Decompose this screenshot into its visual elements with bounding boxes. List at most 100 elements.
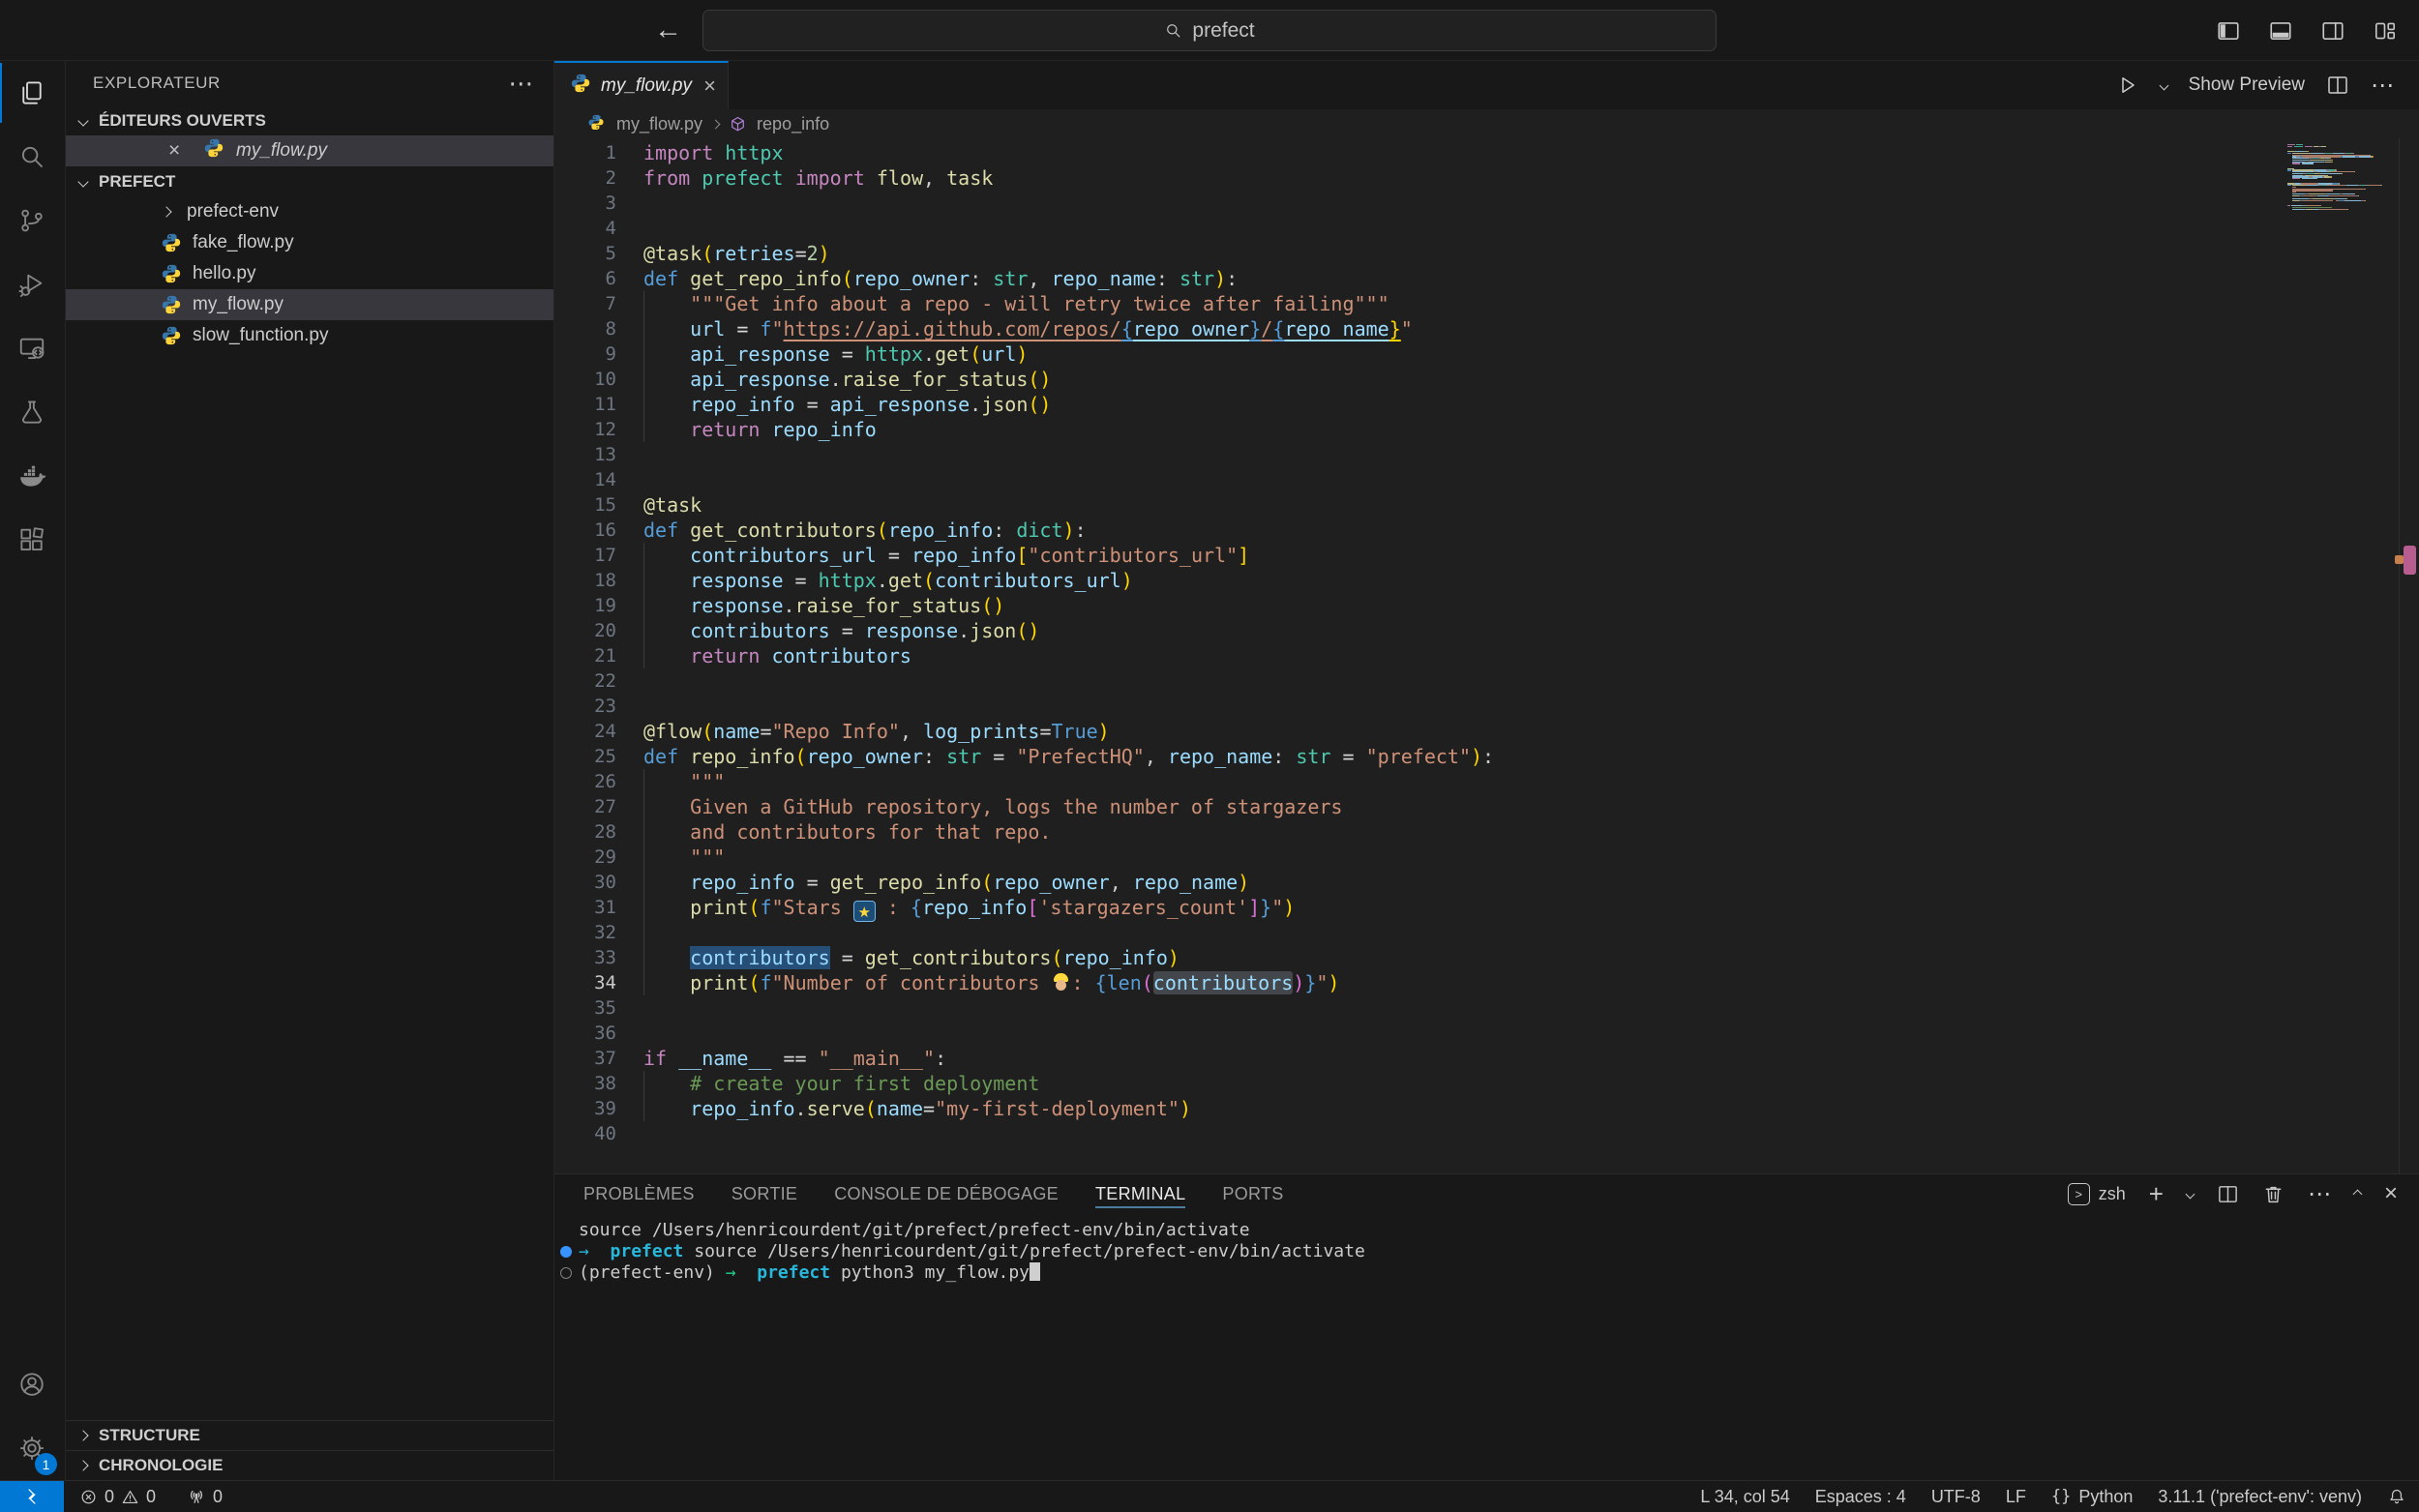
code-line-39[interactable]: 39 repo_info.serve(name="my-first-deploy… — [554, 1096, 2419, 1121]
code-line-38[interactable]: 38 # create your first deployment — [554, 1071, 2419, 1096]
activity-explorer[interactable] — [0, 61, 64, 125]
code-line-4[interactable]: 4 — [554, 216, 2419, 241]
code-line-34[interactable]: 34 print(f"Number of contributors : {len… — [554, 970, 2419, 995]
code-line-15[interactable]: 15@task — [554, 492, 2419, 518]
command-center-search[interactable]: prefect — [702, 10, 1717, 51]
code-line-33[interactable]: 33 contributors = get_contributors(repo_… — [554, 945, 2419, 970]
activity-source-control[interactable] — [0, 189, 64, 252]
breadcrumb-file[interactable]: my_flow.py — [616, 114, 702, 134]
code-line-12[interactable]: 12 return repo_info — [554, 417, 2419, 442]
kill-terminal-trash-icon[interactable] — [2262, 1183, 2285, 1205]
warning-count[interactable]: 0 — [146, 1487, 156, 1507]
panel-tab-ports[interactable]: PORTS — [1222, 1174, 1283, 1213]
code-line-28[interactable]: 28 and contributors for that repo. — [554, 819, 2419, 845]
section-project[interactable]: PREFECT — [66, 166, 553, 196]
indentation-setting[interactable]: Espaces : 4 — [1803, 1487, 1919, 1507]
explorer-more-actions-icon[interactable]: ⋯ — [508, 69, 534, 99]
encoding-setting[interactable]: UTF-8 — [1919, 1487, 1993, 1507]
radio-tower-icon[interactable] — [187, 1487, 206, 1506]
section-timeline[interactable]: CHRONOLOGIE — [66, 1450, 553, 1480]
code-line-23[interactable]: 23 — [554, 694, 2419, 719]
activity-testing[interactable] — [0, 380, 64, 444]
toggle-secondary-sidebar-icon[interactable] — [2320, 18, 2345, 44]
code-line-16[interactable]: 16def get_contributors(repo_info: dict): — [554, 518, 2419, 543]
code-line-20[interactable]: 20 contributors = response.json() — [554, 618, 2419, 643]
code-line-17[interactable]: 17 contributors_url = repo_info["contrib… — [554, 543, 2419, 568]
panel-more-actions-icon[interactable]: ⋯ — [2308, 1180, 2331, 1208]
code-line-11[interactable]: 11 repo_info = api_response.json() — [554, 392, 2419, 417]
maximize-panel-icon[interactable] — [2353, 1189, 2363, 1199]
activity-docker[interactable] — [0, 444, 64, 508]
code-line-2[interactable]: 2from prefect import flow, task — [554, 165, 2419, 191]
panel-tab-sortie[interactable]: SORTIE — [732, 1174, 797, 1213]
panel-tab-problèmes[interactable]: PROBLÈMES — [583, 1174, 695, 1213]
code-line-37[interactable]: 37if __name__ == "__main__": — [554, 1046, 2419, 1071]
activity-account[interactable] — [0, 1352, 64, 1416]
section-open-editors[interactable]: ÉDITEURS OUVERTS — [66, 105, 553, 135]
code-line-27[interactable]: 27 Given a GitHub repository, logs the n… — [554, 794, 2419, 819]
code-line-30[interactable]: 30 repo_info = get_repo_info(repo_owner,… — [554, 870, 2419, 895]
split-editor-icon[interactable] — [2326, 74, 2349, 97]
code-line-35[interactable]: 35 — [554, 995, 2419, 1021]
code-line-32[interactable]: 32 — [554, 920, 2419, 945]
terminal-output[interactable]: source /Users/henricourdent/git/prefect/… — [554, 1213, 2419, 1480]
activity-search[interactable] — [0, 125, 64, 189]
back-arrow-button[interactable]: ← — [654, 15, 682, 46]
show-preview-button[interactable]: Show Preview — [2189, 74, 2305, 96]
new-terminal-icon[interactable]: + — [2149, 1179, 2164, 1209]
minimap[interactable] — [2287, 144, 2396, 212]
activity-settings[interactable]: 1 — [0, 1416, 64, 1480]
code-line-1[interactable]: 1import httpx — [554, 140, 2419, 165]
section-outline[interactable]: STRUCTURE — [66, 1420, 553, 1450]
code-line-13[interactable]: 13 — [554, 442, 2419, 467]
run-dropdown-icon[interactable] — [2159, 80, 2168, 90]
file-tree-item-slow_function.py[interactable]: slow_function.py — [66, 320, 553, 351]
split-terminal-icon[interactable] — [2217, 1183, 2239, 1205]
activity-extensions[interactable] — [0, 508, 64, 572]
command-decoration-icon[interactable] — [560, 1267, 572, 1279]
code-line-36[interactable]: 36 — [554, 1021, 2419, 1046]
activity-remote-explorer[interactable] — [0, 316, 64, 380]
code-line-9[interactable]: 9 api_response = httpx.get(url) — [554, 341, 2419, 367]
code-line-8[interactable]: 8 url = f"https://api.github.com/repos/{… — [554, 316, 2419, 341]
code-line-25[interactable]: 25def repo_info(repo_owner: str = "Prefe… — [554, 744, 2419, 769]
tab-my-flow[interactable]: my_flow.py × — [554, 61, 729, 109]
tab-close-icon[interactable]: × — [703, 74, 716, 99]
file-tree-item-prefect-env[interactable]: prefect-env — [66, 196, 553, 227]
close-icon[interactable]: × — [168, 139, 180, 163]
warning-icon[interactable] — [121, 1488, 139, 1506]
file-tree-item-my_flow.py[interactable]: my_flow.py — [66, 289, 553, 320]
code-line-18[interactable]: 18 response = httpx.get(contributors_url… — [554, 568, 2419, 593]
panel-tab-console-de-débogage[interactable]: CONSOLE DE DÉBOGAGE — [834, 1174, 1059, 1213]
language-mode[interactable]: {} Python — [2039, 1487, 2146, 1507]
python-interpreter[interactable]: 3.11.1 ('prefect-env': venv) — [2145, 1487, 2374, 1507]
code-line-31[interactable]: 31 print(f"Stars ★ : {repo_info['stargaz… — [554, 895, 2419, 920]
command-decoration-icon[interactable] — [560, 1246, 572, 1258]
editor-more-actions-icon[interactable]: ⋯ — [2371, 72, 2394, 100]
toggle-sidebar-icon[interactable] — [2216, 18, 2241, 44]
code-line-26[interactable]: 26 """ — [554, 769, 2419, 794]
remote-indicator[interactable] — [0, 1481, 64, 1512]
notifications-bell[interactable] — [2374, 1487, 2419, 1506]
file-tree-item-fake_flow.py[interactable]: fake_flow.py — [66, 227, 553, 258]
file-tree-item-hello.py[interactable]: hello.py — [66, 258, 553, 289]
code-line-24[interactable]: 24@flow(name="Repo Info", log_prints=Tru… — [554, 719, 2419, 744]
panel-tab-terminal[interactable]: TERMINAL — [1095, 1174, 1185, 1213]
terminal-shell-chip[interactable]: > zsh — [2068, 1183, 2126, 1205]
code-line-7[interactable]: 7 """Get info about a repo - will retry … — [554, 291, 2419, 316]
run-file-icon[interactable] — [2116, 74, 2139, 97]
code-line-10[interactable]: 10 api_response.raise_for_status() — [554, 367, 2419, 392]
code-line-21[interactable]: 21 return contributors — [554, 643, 2419, 668]
code-line-40[interactable]: 40 — [554, 1121, 2419, 1146]
activity-run-debug[interactable] — [0, 252, 64, 316]
close-panel-icon[interactable]: × — [2384, 1180, 2398, 1207]
error-count[interactable]: 0 — [105, 1487, 114, 1507]
code-line-3[interactable]: 3 — [554, 191, 2419, 216]
breadcrumb-symbol[interactable]: repo_info — [757, 114, 829, 134]
code-line-19[interactable]: 19 response.raise_for_status() — [554, 593, 2419, 618]
customize-layout-icon[interactable] — [2373, 18, 2398, 44]
ports-count[interactable]: 0 — [213, 1487, 223, 1507]
code-line-14[interactable]: 14 — [554, 467, 2419, 492]
code-line-5[interactable]: 5@task(retries=2) — [554, 241, 2419, 266]
terminal-dropdown-icon[interactable] — [2186, 1189, 2195, 1199]
